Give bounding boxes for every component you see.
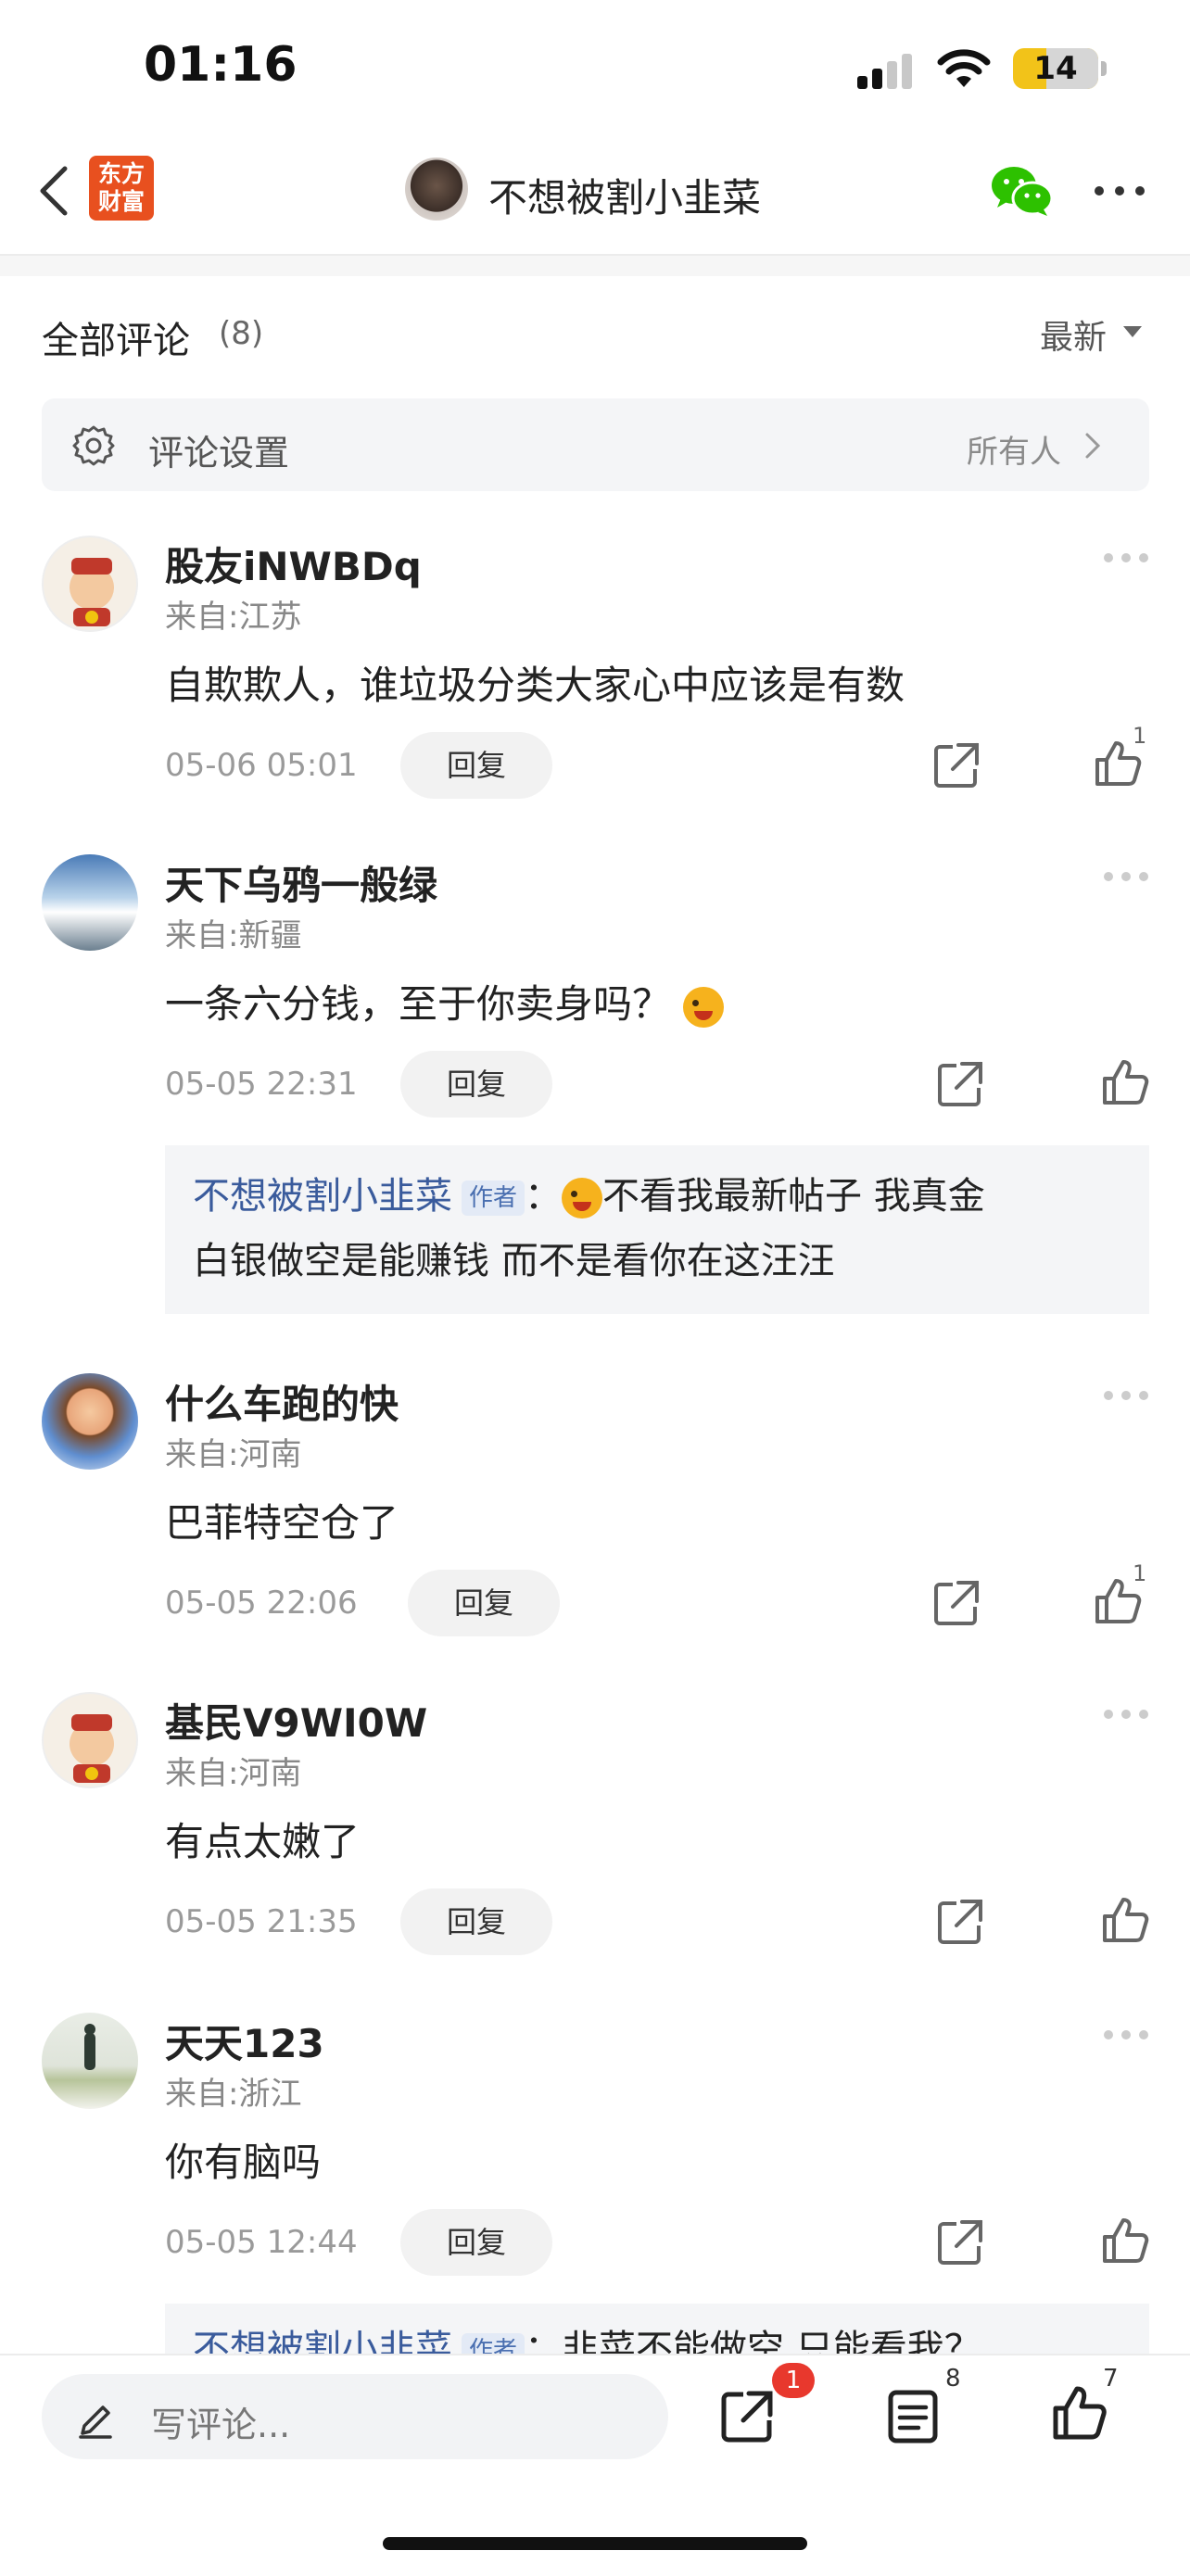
comments-count: (8) [219, 315, 264, 352]
comments-list-icon[interactable] [885, 2389, 941, 2444]
reply-button[interactable]: 回复 [400, 2209, 552, 2276]
commenter-avatar[interactable] [42, 2013, 138, 2109]
commenter-name[interactable]: 什么车跑的快 [165, 1373, 399, 1430]
reply-button[interactable]: 回复 [400, 1888, 552, 1955]
commenter-location: 来自:浙江 [165, 2076, 302, 2113]
comment-more-icon[interactable] [1103, 1390, 1149, 1401]
comment-time: 05-05 22:31 [165, 1066, 358, 1103]
author-avatar[interactable] [405, 158, 468, 221]
sort-dropdown[interactable]: 最新 [1040, 310, 1107, 359]
author-reply-line2: 白银做空是能赚钱 而不是看你在这汪汪 [193, 1240, 835, 1282]
back-arrow-icon[interactable] [37, 165, 70, 217]
author-badge: 作者 [462, 1181, 525, 1216]
like-icon[interactable] [1051, 2385, 1107, 2441]
write-comment-input[interactable]: 写评论... [42, 2374, 668, 2459]
section-band [0, 256, 1190, 276]
comment-time: 05-05 21:35 [165, 1903, 358, 1940]
comment-settings-value: 所有人 [967, 434, 1061, 471]
home-indicator [383, 2537, 807, 2550]
app-logo[interactable]: 东方 财富 [89, 156, 154, 221]
comment-time: 05-05 22:06 [165, 1585, 358, 1622]
comment-more-icon[interactable] [1103, 2029, 1149, 2040]
commenter-avatar[interactable] [42, 854, 138, 951]
comment-text: 自欺欺人，谁垃圾分类大家心中应该是有数 [165, 663, 905, 708]
share-icon[interactable] [932, 1579, 981, 1627]
comment-settings-row[interactable]: 评论设置 所有人 [42, 398, 1149, 491]
like-count: 1 [1133, 1560, 1147, 1586]
comment-time: 05-06 05:01 [165, 747, 358, 784]
author-reply-name[interactable]: 不想被割小韭菜 [193, 1175, 452, 1218]
like-icon[interactable] [1101, 1058, 1149, 1106]
commenter-name[interactable]: 天下乌鸦一般绿 [165, 854, 437, 911]
like-icon[interactable] [1101, 1896, 1149, 1944]
share-icon[interactable] [936, 1898, 984, 1946]
write-comment-placeholder: 写评论... [151, 2405, 291, 2445]
author-reply[interactable]: 不想被割小韭菜 作者 ：韭菜不能做空 只能看我？ [165, 2304, 1149, 2359]
comment-settings-label: 评论设置 [148, 433, 290, 474]
comment-more-icon[interactable] [1103, 552, 1149, 563]
battery-level: 14 [1033, 50, 1078, 87]
commenter-avatar[interactable] [42, 1692, 138, 1788]
comment-more-icon[interactable] [1103, 871, 1149, 882]
share-icon[interactable] [936, 2218, 984, 2267]
share-icon[interactable] [936, 1060, 984, 1108]
comment-time: 05-05 12:44 [165, 2224, 358, 2261]
comment-text: 有点太嫩了 [165, 1819, 361, 1864]
wifi-icon [937, 49, 991, 87]
comment-text: 巴菲特空仓了 [165, 1500, 399, 1546]
share-icon[interactable] [719, 2389, 775, 2444]
chevron-right-icon [1085, 433, 1101, 459]
comment-more-icon[interactable] [1103, 1709, 1149, 1720]
gear-icon [72, 425, 115, 466]
cellular-signal-icon [857, 54, 912, 89]
like-icon[interactable] [1101, 2216, 1149, 2265]
commenter-avatar[interactable] [42, 536, 138, 632]
share-icon[interactable] [932, 741, 981, 789]
pen-icon [79, 2406, 112, 2439]
commenter-name[interactable]: 股友iNWBDq [165, 536, 422, 592]
author-reply-text: 不看我最新帖子 我真金 [602, 1175, 985, 1218]
battery-indicator: 14 [1013, 48, 1098, 89]
reply-separator: ： [525, 1175, 563, 1218]
comment-text: 一条六分钱，至于你卖身吗？ [165, 973, 725, 1029]
commenter-avatar[interactable] [42, 1373, 138, 1470]
comment-text: 你有脑吗 [165, 2140, 322, 2185]
comment-text-content: 一条六分钱，至于你卖身吗？ [165, 981, 672, 1027]
reply-button[interactable]: 回复 [400, 1051, 552, 1118]
commenter-name[interactable]: 天天123 [165, 2013, 324, 2069]
author-reply[interactable]: 不想被割小韭菜 作者： 不看我最新帖子 我真金 白银做空是能赚钱 而不是看你在这汪汪 [165, 1145, 1149, 1314]
like-total: 7 [1103, 2365, 1119, 2393]
more-options-icon[interactable] [1094, 185, 1146, 196]
share-badge: 1 [772, 2363, 815, 2398]
commenter-location: 来自:江苏 [165, 599, 302, 636]
commenter-location: 来自:河南 [165, 1755, 302, 1792]
battery-tip [1101, 61, 1107, 76]
reply-button[interactable]: 回复 [400, 732, 552, 799]
tongue-emoji-icon [683, 986, 725, 1028]
comment-count: 8 [945, 2365, 961, 2393]
wechat-share-icon[interactable] [990, 165, 1055, 217]
author-name[interactable]: 不想被割小韭菜 [488, 167, 761, 223]
caret-down-icon[interactable] [1123, 326, 1142, 337]
comments-title: 全部评论 [42, 320, 190, 362]
commenter-name[interactable]: 基民V9WI0W [165, 1692, 427, 1749]
commenter-location: 来自:河南 [165, 1436, 302, 1473]
laughing-emoji-icon [562, 1178, 603, 1219]
status-time: 01:16 [144, 37, 298, 93]
author-reply-line1: 不想被割小韭菜 作者： 不看我最新帖子 我真金 [193, 1164, 1121, 1229]
like-count: 1 [1133, 723, 1147, 749]
reply-button[interactable]: 回复 [408, 1570, 560, 1636]
commenter-location: 来自:新疆 [165, 917, 302, 954]
